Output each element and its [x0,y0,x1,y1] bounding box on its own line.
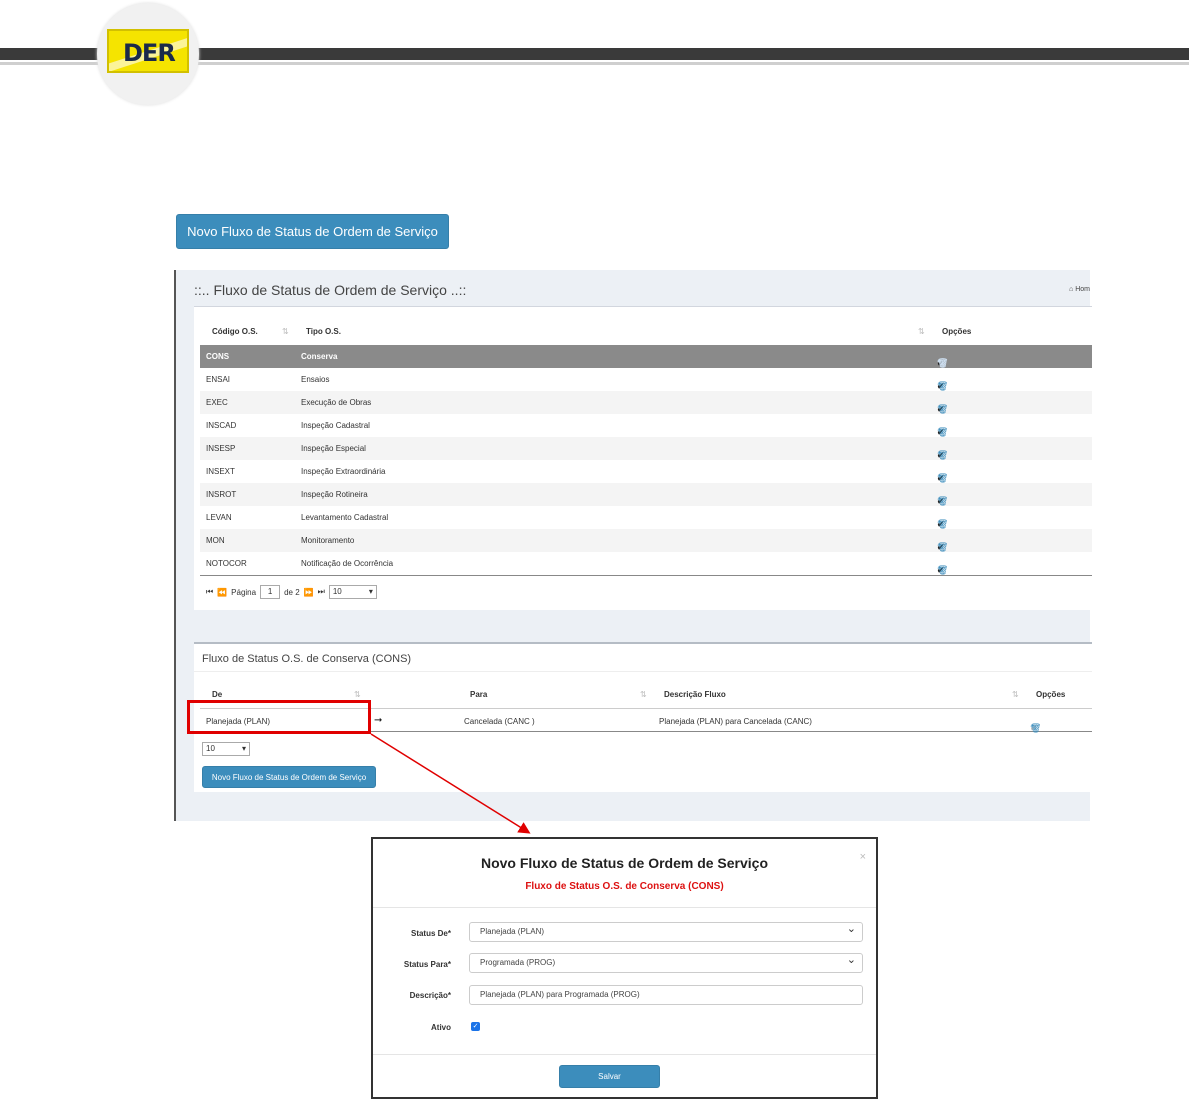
table-row[interactable]: INSCAD Inspeção Cadastral ✎ ✔ 🗑 [200,414,1092,437]
flow-detail-title: Fluxo de Status O.S. de Conserva (CONS) [202,653,412,665]
os-type-box: Código O.S. ⇅ Tipo O.S. ⇅ Opções CONS Con… [194,306,1092,610]
col-tipo[interactable]: Tipo O.S. [306,327,341,336]
trash-icon[interactable]: 🗑 [1030,723,1042,734]
modal-title: Novo Fluxo de Status de Ordem de Serviço [480,855,769,871]
page: DER Novo Fluxo de Status de Ordem de Ser… [0,0,1189,1099]
table-row[interactable]: ENSAI Ensaios ✎ ✔ 🗑 [200,368,1092,391]
main-panel: ::.. Fluxo de Status de Ordem de Serviço… [174,270,1092,821]
breadcrumb[interactable]: ⌂ Hom [1069,286,1090,293]
cell-code: INSCAD [206,421,237,430]
table-row[interactable]: INSESP Inspeção Especial ✎ ✔ 🗑 [200,437,1092,460]
ativo-checkbox[interactable]: ✓ [471,1022,480,1031]
table-row[interactable]: LEVAN Levantamento Cadastral ✎ ✔ 🗑 [200,506,1092,529]
prev-page-icon[interactable]: ⏪ [217,588,227,597]
cell-type: Conserva [301,352,338,361]
cell-code: CONS [206,352,230,361]
last-page-icon[interactable]: ⏭ [318,587,325,597]
home-icon: ⌂ [1069,286,1074,293]
cell-code: INSROT [206,490,237,499]
cell-code: INSESP [206,444,236,453]
cell-type: Inspeção Cadastral [301,421,370,430]
cell-description: Planejada (PLAN) para Cancelada (CANC) [659,717,812,726]
cell-to: Cancelada (CANC ) [464,717,535,726]
panel-title: ::.. Fluxo de Status de Ordem de Serviço… [194,282,467,298]
first-page-icon[interactable]: ⏮ [206,587,213,597]
table-row[interactable]: INSROT Inspeção Rotineira ✎ ✔ 🗑 [200,483,1092,506]
page-total: de 2 [284,587,300,597]
divider [373,907,876,908]
new-flow-modal: Novo Fluxo de Status de Ordem de Serviço… [371,837,878,1099]
col-para[interactable]: Para [470,690,487,699]
pagination: ⏮ ⏪ Página 1 de 2 ⏩ ⏭ 10 [206,585,377,599]
table-bottom-line [200,575,1092,576]
status-para-select[interactable]: Programada (PROG) [469,951,863,973]
table-row[interactable]: CONS Conserva ✎ ✔ 🗑 [200,345,1092,368]
col-descricao[interactable]: Descrição Fluxo [664,690,726,699]
col-opcoes: Opções [942,327,972,336]
page-size-select[interactable]: 10 [328,585,377,599]
close-icon[interactable]: × [860,851,866,863]
status-para-label: Status Para* [403,960,451,969]
cell-type: Ensaios [301,375,330,384]
os-type-table-header: Código O.S. ⇅ Tipo O.S. ⇅ Opções [200,325,1092,345]
modal-subtitle: Fluxo de Status O.S. de Conserva (CONS) [525,881,724,892]
cell-type: Levantamento Cadastral [301,513,389,522]
cell-code: LEVAN [206,513,232,522]
descricao-label: Descrição* [409,991,451,1000]
page-label: Página [231,587,257,597]
page-size-select[interactable]: 10 [202,742,250,756]
cell-code: MON [206,536,225,545]
cell-type: Inspeção Especial [301,444,366,453]
new-flow-button[interactable]: Novo Fluxo de Status de Ordem de Serviço [202,766,376,788]
col-codigo[interactable]: Código O.S. [212,327,258,336]
ativo-label: Ativo [431,1023,451,1032]
status-de-select[interactable]: Planejada (PLAN) [469,920,863,942]
next-page-icon[interactable]: ⏩ [304,588,314,597]
sort-icon[interactable]: ⇅ [640,690,647,699]
cell-type: Inspeção Rotineira [301,490,368,499]
cell-code: NOTOCOR [206,559,247,568]
cell-code: INSEXT [206,467,235,476]
col-opcoes: Opções [1036,690,1066,699]
arrow-right-icon: ➞ [374,715,383,726]
new-flow-button-top[interactable]: Novo Fluxo de Status de Ordem de Serviço [176,214,449,249]
descricao-input[interactable]: Planejada (PLAN) para Programada (PROG) [469,985,863,1005]
sort-icon[interactable]: ⇅ [1012,690,1019,699]
page-input[interactable]: 1 [260,585,281,599]
sort-icon[interactable]: ⇅ [354,690,361,699]
table-row[interactable]: NOTOCOR Notificação de Ocorrência ✎ ✔ 🗑 [200,552,1092,575]
divider [194,671,1092,672]
table-row[interactable]: INSEXT Inspeção Extraordinária ✎ ✔ 🗑 [200,460,1092,483]
logo-badge: DER [107,29,189,73]
cell-code: ENSAI [206,375,231,384]
save-button[interactable]: Salvar [559,1065,660,1088]
sort-icon[interactable]: ⇅ [918,327,925,336]
cell-type: Monitoramento [301,536,355,545]
cell-type: Execução de Obras [301,398,372,407]
table-row[interactable]: MON Monitoramento ✎ ✔ 🗑 [200,529,1092,552]
divider [373,1054,876,1055]
sort-icon[interactable]: ⇅ [282,327,289,336]
cell-type: Inspeção Extraordinária [301,467,386,476]
der-logo: DER [97,3,199,105]
status-de-label: Status De* [410,929,451,938]
table-row[interactable]: EXEC Execução de Obras ✎ ✔ 🗑 [200,391,1092,414]
breadcrumb-home: Hom [1075,286,1090,293]
highlight-box [187,700,371,734]
logo-text: DER [123,39,176,67]
cell-code: EXEC [206,398,228,407]
col-de[interactable]: De [212,690,222,699]
cell-type: Notificação de Ocorrência [301,559,394,568]
